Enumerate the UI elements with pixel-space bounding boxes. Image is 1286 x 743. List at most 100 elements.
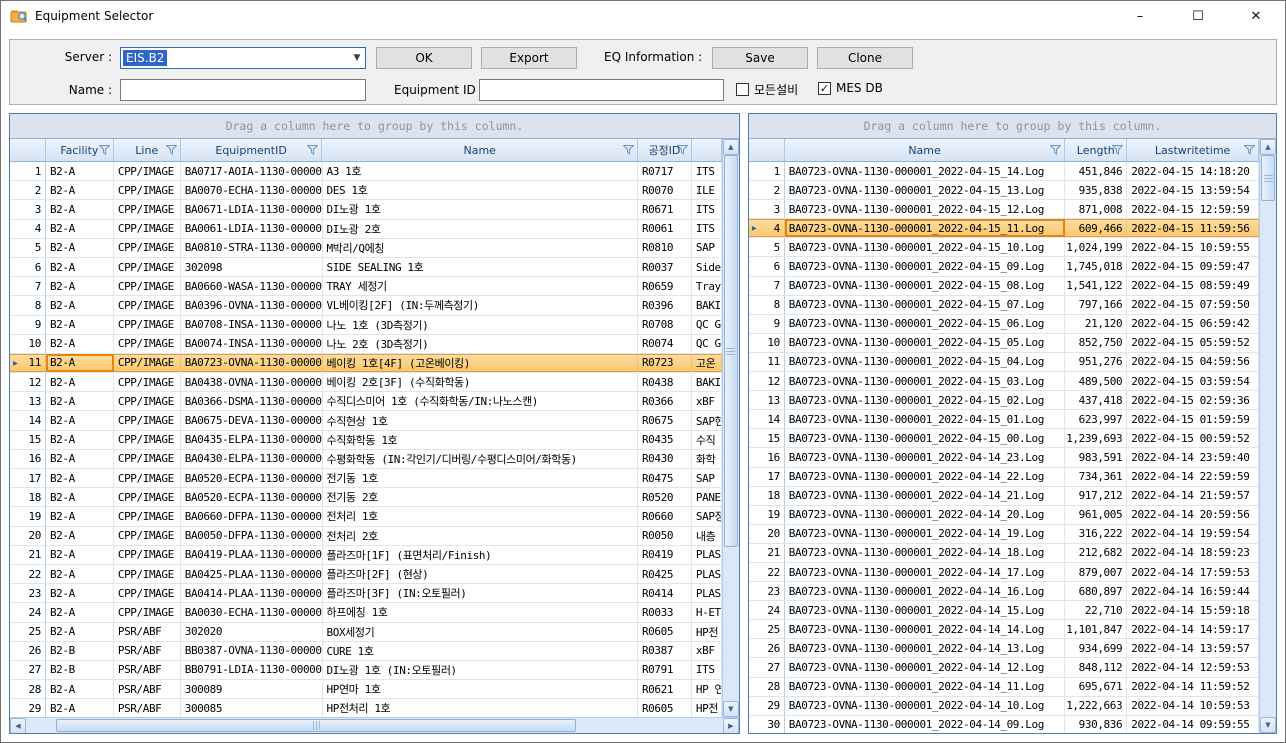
left-horizontal-scrollbar[interactable]: ◀ ▶ [10,717,739,733]
grid-cell[interactable]: CURE 1호 [323,642,638,660]
table-row[interactable]: 29B2-APSR/ABF300085HP전처리 1호R0605HP전 [10,699,722,717]
grid-cell[interactable]: PSR/ABF [114,680,181,698]
grid-cell[interactable]: PSR/ABF [114,623,181,641]
grid-cell[interactable]: CPP/IMAGE [114,603,181,621]
filter-icon[interactable] [1244,145,1255,155]
grid-cell[interactable]: BA0050-DFPA-1130-000001 [181,527,323,545]
grid-cell[interactable]: B2-A [46,373,114,391]
table-row[interactable]: 17BA0723-OVNA-1130-000001_2022-04-14_22.… [749,468,1259,487]
grid-cell[interactable]: R0621 [638,680,692,698]
grid-cell[interactable]: R0438 [638,373,692,391]
grid-cell[interactable]: ITS [692,220,722,238]
grid-cell[interactable]: CPP/IMAGE [114,584,181,602]
grid-cell[interactable]: BA0723-OVNA-1130-000001_2022-04-15_05.Lo… [785,334,1066,352]
grid-cell[interactable]: CPP/IMAGE [114,546,181,564]
grid-cell[interactable]: BA0723-OVNA-1130-000001_2022-04-15_08.Lo… [785,277,1066,295]
grid-cell[interactable]: 302020 [181,623,323,641]
grid-cell[interactable]: 2022-04-14 18:59:23 [1127,544,1259,562]
mes-db-checkbox[interactable]: ✓ MES DB [818,81,883,95]
table-row[interactable]: 28BA0723-OVNA-1130-000001_2022-04-14_11.… [749,678,1259,697]
grid-cell[interactable]: A3 1호 [323,162,638,180]
grid-cell[interactable]: SAP [692,239,722,257]
grid-cell[interactable]: 300089 [181,680,323,698]
save-button[interactable]: Save [712,47,808,69]
grid-cell[interactable]: B2-A [46,469,114,487]
grid-cell[interactable]: BA0810-STRA-1130-000001 [181,239,323,257]
scroll-up-button[interactable]: ▲ [723,139,739,155]
table-row[interactable]: 16BA0723-OVNA-1130-000001_2022-04-14_23.… [749,448,1259,467]
grid-cell[interactable]: R0675 [638,411,692,429]
grid-cell[interactable]: 879,007 [1065,563,1127,581]
grid-cell[interactable]: CPP/IMAGE [114,181,181,199]
export-button[interactable]: Export [481,47,577,69]
grid-cell[interactable]: 2022-04-14 10:59:53 [1127,697,1259,715]
grid-cell[interactable]: CPP/IMAGE [114,392,181,410]
grid-cell[interactable]: BA0723-OVNA-1130-000001_2022-04-15_04.Lo… [785,353,1066,371]
grid-cell[interactable]: 2022-04-15 11:59:56 [1127,219,1259,237]
table-row[interactable]: ▶11B2-ACPP/IMAGEBA0723-OVNA-1130-000001베… [10,354,722,373]
grid-cell[interactable]: R0366 [638,392,692,410]
grid-cell[interactable]: B2-A [46,623,114,641]
equipment-id-input[interactable] [479,79,724,101]
grid-cell[interactable]: BA0723-OVNA-1130-000001_2022-04-15_09.Lo… [785,257,1066,275]
left-hscroll-thumb[interactable] [56,719,576,732]
grid-cell[interactable]: SIDE SEALING 1호 [323,258,638,276]
all-equipment-checkbox[interactable]: 모든설비 [736,81,798,98]
grid-cell[interactable]: R0671 [638,200,692,218]
filter-icon[interactable] [1112,145,1123,155]
grid-cell[interactable]: BA0723-OVNA-1130-000001_2022-04-15_11.Lo… [785,219,1066,237]
grid-cell[interactable]: 871,008 [1065,200,1127,218]
table-row[interactable]: 16B2-ACPP/IMAGEBA0430-ELPA-1130-000001수평… [10,450,722,469]
table-row[interactable]: 25BA0723-OVNA-1130-000001_2022-04-14_14.… [749,620,1259,639]
grid-cell[interactable]: BA0723-OVNA-1130-000001_2022-04-14_19.Lo… [785,525,1066,543]
left-vscroll-track[interactable] [723,155,739,701]
grid-cell[interactable]: 437,418 [1065,391,1127,409]
grid-cell[interactable]: CPP/IMAGE [114,565,181,583]
scroll-down-button[interactable]: ▼ [723,701,739,717]
table-row[interactable]: 26BA0723-OVNA-1130-000001_2022-04-14_13.… [749,639,1259,658]
grid-cell[interactable]: 베이킹 2호[3F] (수직화학동) [323,373,638,391]
table-row[interactable]: 22BA0723-OVNA-1130-000001_2022-04-14_17.… [749,563,1259,582]
column-header-Lastwritetime[interactable]: Lastwritetime [1127,139,1259,161]
scroll-down-button[interactable]: ▼ [1260,717,1276,733]
grid-cell[interactable]: 나노 2호 (3D측정기) [323,335,638,353]
grid-cell[interactable]: xBF [692,642,722,660]
right-vscroll-thumb[interactable] [1261,155,1275,201]
grid-cell[interactable]: B2-A [46,392,114,410]
grid-cell[interactable]: BA0425-PLAA-1130-000001 [181,565,323,583]
table-row[interactable]: 18B2-ACPP/IMAGEBA0520-ECPA-1130-000002전기… [10,488,722,507]
grid-cell[interactable]: CPP/IMAGE [114,488,181,506]
grid-cell[interactable]: SAP현 [692,411,722,429]
grid-cell[interactable]: PLAS [692,546,722,564]
grid-cell[interactable]: 1,239,693 [1065,429,1127,447]
grid-cell[interactable]: 내층 [692,527,722,545]
table-row[interactable]: ▶4BA0723-OVNA-1130-000001_2022-04-15_11.… [749,219,1259,238]
table-row[interactable]: 12BA0723-OVNA-1130-000001_2022-04-15_03.… [749,372,1259,391]
grid-cell[interactable]: 2022-04-14 15:59:18 [1127,601,1259,619]
table-row[interactable]: 1BA0723-OVNA-1130-000001_2022-04-15_14.L… [749,162,1259,181]
grid-cell[interactable]: 베이킹 1호[4F] (고온베이킹) [323,354,638,372]
grid-cell[interactable]: R0717 [638,162,692,180]
grid-cell[interactable]: R0396 [638,296,692,314]
grid-cell[interactable]: 2022-04-15 04:59:56 [1127,353,1259,371]
grid-cell[interactable]: 수직현상 1호 [323,411,638,429]
grid-cell[interactable]: SAP [692,469,722,487]
grid-cell[interactable]: BA0061-LDIA-1130-000001 [181,220,323,238]
table-row[interactable]: 27BA0723-OVNA-1130-000001_2022-04-14_12.… [749,658,1259,677]
grid-cell[interactable]: 나노 1호 (3D측정기) [323,316,638,334]
grid-cell[interactable]: 2022-04-15 13:59:54 [1127,181,1259,199]
grid-cell[interactable]: BA0723-OVNA-1130-000001_2022-04-15_07.Lo… [785,296,1066,314]
server-combobox[interactable]: EIS.B2 ▼ [120,47,366,69]
table-row[interactable]: 1B2-ACPP/IMAGEBA0717-AOIA-1130-000001A3 … [10,162,722,181]
grid-cell[interactable]: B2-A [46,277,114,295]
column-header-EquipmentID[interactable]: EquipmentID [181,139,323,161]
grid-cell[interactable]: B2-A [46,488,114,506]
table-row[interactable]: 19B2-ACPP/IMAGEBA0660-DFPA-1130-000001전처… [10,507,722,526]
column-header-Name[interactable]: Name [322,139,637,161]
grid-cell[interactable]: CPP/IMAGE [114,258,181,276]
grid-cell[interactable]: 609,466 [1065,219,1127,237]
grid-cell[interactable]: BA0723-OVNA-1130-000001_2022-04-15_00.Lo… [785,429,1066,447]
grid-cell[interactable]: BA0723-OVNA-1130-000001_2022-04-14_18.Lo… [785,544,1066,562]
grid-cell[interactable]: 2022-04-14 22:59:59 [1127,468,1259,486]
grid-cell[interactable]: 1,024,199 [1065,238,1127,256]
